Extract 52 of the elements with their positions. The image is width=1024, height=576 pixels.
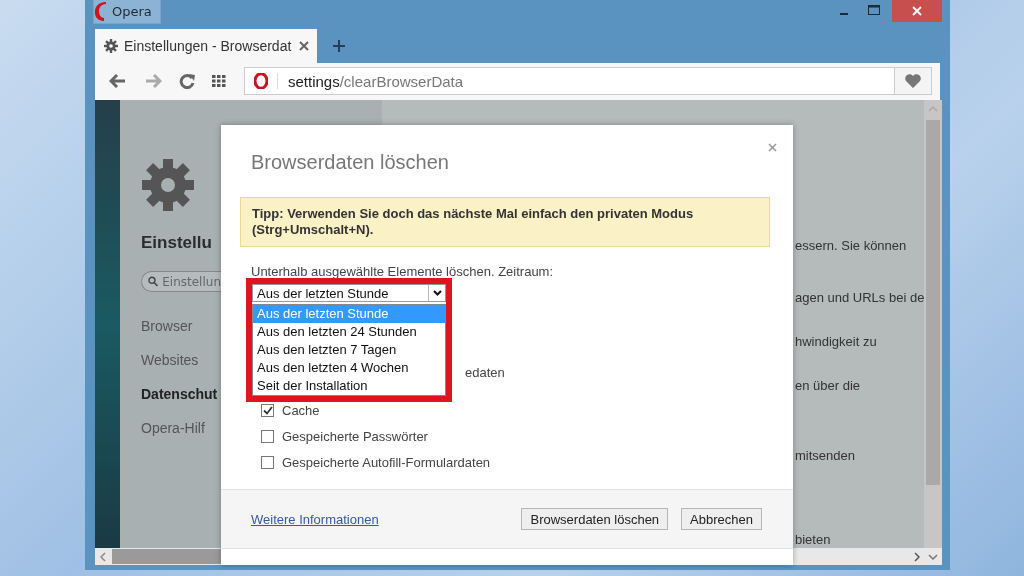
- scroll-down-icon[interactable]: [928, 553, 939, 560]
- background-text: hwindigkeit zu: [795, 334, 878, 350]
- checkbox-label: Gespeicherte Passwörter: [282, 428, 428, 444]
- scroll-right-icon[interactable]: [914, 551, 921, 562]
- dialog-button[interactable]: Abbrechen: [681, 508, 762, 530]
- logo-icon: [94, 1, 106, 22]
- more-info-link[interactable]: Weitere Informationen: [251, 511, 379, 527]
- minimize-icon: [840, 13, 848, 15]
- scrollbar-thumb[interactable]: [926, 120, 941, 485]
- search-icon: [148, 275, 159, 288]
- address-field[interactable]: settings/clearBrowserData: [244, 67, 895, 96]
- background-text: mitsenden: [795, 448, 856, 464]
- back-icon[interactable]: [109, 74, 127, 89]
- background-text: agen und URLs bei de: [795, 290, 925, 306]
- dialog-title: Browserdaten löschen: [250, 150, 450, 175]
- dropdown-option[interactable]: Aus den letzten 4 Wochen: [253, 359, 445, 377]
- bookmark-button[interactable]: [895, 67, 932, 96]
- dropdown-option[interactable]: Seit der Installation: [253, 377, 445, 395]
- reload-icon[interactable]: [179, 73, 195, 90]
- page-heading: Einstellu: [141, 232, 213, 254]
- heart-icon: [904, 73, 922, 90]
- background-text: bieten: [795, 532, 832, 548]
- grid-icon[interactable]: [212, 75, 226, 88]
- maximize-icon: [868, 5, 880, 15]
- forward-icon[interactable]: [144, 74, 162, 89]
- close-tab-icon[interactable]: [299, 40, 309, 51]
- chevron-icon: [432, 290, 442, 296]
- close-icon[interactable]: [768, 143, 777, 152]
- vertical-scrollbar[interactable]: [924, 100, 943, 548]
- checkbox[interactable]: [261, 455, 274, 469]
- gear-icon: [104, 38, 118, 53]
- scroll-left-icon[interactable]: [100, 551, 106, 562]
- checkbox[interactable]: [261, 429, 274, 443]
- period-label: Unterhalb ausgewählte Elemente löschen. Zeitraum:: [251, 264, 555, 279]
- dropdown-option[interactable]: Aus den letzten 7 Tagen: [253, 341, 445, 359]
- dropdown-option[interactable]: Aus den letzten 24 Stunden: [253, 323, 445, 341]
- period-dropdown[interactable]: Aus der letzten Stunde: [252, 284, 446, 302]
- checkbox-label: Cache: [282, 402, 320, 418]
- browser-tab[interactable]: Einstellungen - Browserdat: [95, 28, 317, 63]
- checkbox-label: edaten: [465, 364, 505, 380]
- checkbox-label: Gespeicherte Autofill-Formulardaten: [282, 454, 491, 470]
- background-text: en über die: [795, 378, 862, 394]
- new-tab-icon[interactable]: [333, 39, 345, 52]
- tip-banner: Tipp: Verwenden Sie doch das nächste Mal einfach den privaten Modus (Strg+Umschalt+N).: [240, 197, 770, 247]
- close-button[interactable]: [892, 0, 942, 22]
- background-text: essern. Sie können: [795, 238, 908, 254]
- gear-icon: [140, 157, 196, 213]
- close-icon: [912, 6, 922, 16]
- opera-logo-icon: [254, 73, 278, 90]
- dialog-button[interactable]: Browserdaten löschen: [521, 508, 669, 530]
- opera-menu-button[interactable]: Opera: [93, 0, 161, 24]
- checkbox[interactable]: [261, 403, 274, 417]
